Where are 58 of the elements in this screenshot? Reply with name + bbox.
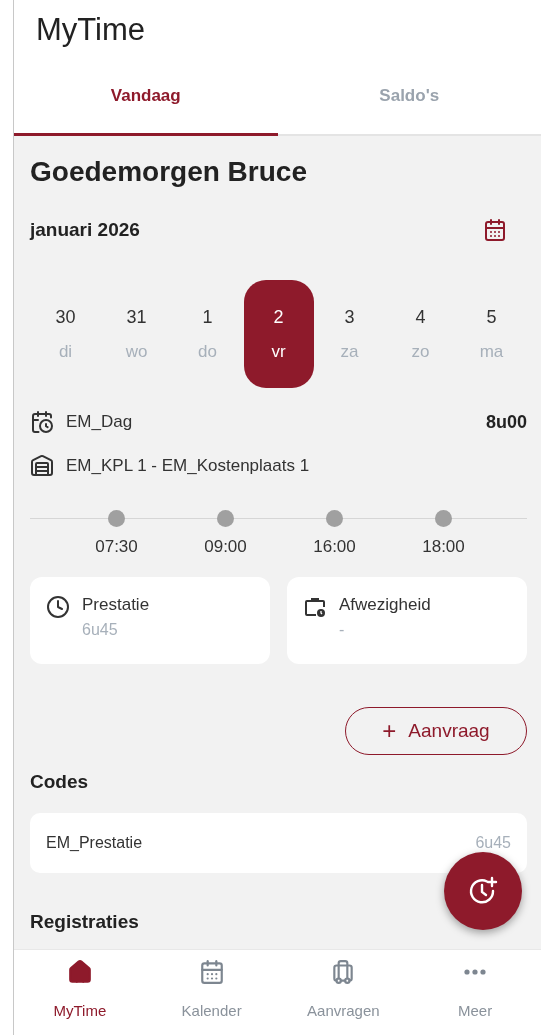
nav-label: Kalender xyxy=(181,1002,242,1019)
weekday-label: za xyxy=(340,341,359,362)
calendar-icon xyxy=(198,959,225,985)
time-label: 16:00 xyxy=(313,537,356,557)
timeline-dot xyxy=(435,510,452,527)
app-title: MyTime xyxy=(36,12,147,48)
day-item[interactable]: 30 di xyxy=(30,280,101,388)
day-number: 5 xyxy=(486,306,497,328)
weekday-label: zo xyxy=(411,341,430,362)
home-icon xyxy=(66,959,93,985)
nav-item[interactable]: MyTime xyxy=(14,950,146,1035)
calendar-icon[interactable] xyxy=(483,218,507,242)
code-value: 6u45 xyxy=(475,834,511,852)
weekday-label: vr xyxy=(271,341,286,362)
schedule-hours: 8u00 xyxy=(485,411,527,433)
section-title: Codes xyxy=(30,771,90,793)
weekday-label: wo xyxy=(125,341,148,362)
add-time-button[interactable] xyxy=(444,852,522,930)
timeline-dot xyxy=(108,510,125,527)
day-item[interactable]: 5 ma xyxy=(456,280,527,388)
weekday-label: di xyxy=(58,341,73,362)
more-icon xyxy=(464,969,487,975)
day-number: 2 xyxy=(273,306,284,328)
tab[interactable]: Vandaag xyxy=(14,58,278,136)
warehouse-icon xyxy=(30,454,54,478)
nav-label: MyTime xyxy=(53,1002,107,1019)
section-title: Registraties xyxy=(30,911,140,933)
day-item[interactable]: 1 do xyxy=(172,280,243,388)
summary-label: Prestatie xyxy=(82,595,150,615)
weekday-label: ma xyxy=(479,341,504,362)
day-item[interactable]: 4 zo xyxy=(385,280,456,388)
schedule-name: EM_Dag xyxy=(66,412,134,432)
day-number: 1 xyxy=(202,306,213,328)
calendar-clock-icon xyxy=(30,410,54,434)
time-label: 07:30 xyxy=(95,537,138,557)
clock-icon xyxy=(46,595,70,619)
day-number: 30 xyxy=(55,306,76,328)
nav-label: Aanvragen xyxy=(307,1002,380,1019)
day-item[interactable]: 31 wo xyxy=(101,280,172,388)
summary-label: Afwezigheid xyxy=(339,595,431,615)
time-label: 09:00 xyxy=(204,537,247,557)
nav-label: Meer xyxy=(458,1002,493,1019)
greeting: Goedemorgen Bruce xyxy=(30,156,308,188)
day-number: 3 xyxy=(344,306,355,328)
summary-value: - xyxy=(339,621,346,639)
cost-center: EM_KPL 1 - EM_Kostenplaats 1 xyxy=(66,456,311,476)
code-name: EM_Prestatie xyxy=(46,834,143,852)
time-label: 18:00 xyxy=(422,537,465,557)
weekday-label: do xyxy=(198,341,217,362)
day-item[interactable]: 3 za xyxy=(314,280,385,388)
day-item[interactable]: 2 vr xyxy=(243,280,314,388)
day-number: 4 xyxy=(415,306,426,328)
timeline-dot xyxy=(326,510,343,527)
month-label: januari 2026 xyxy=(30,219,140,241)
summary-value: 6u45 xyxy=(82,621,119,639)
day-number: 31 xyxy=(126,306,147,328)
timeline-dot xyxy=(217,510,234,527)
briefcase-clock-icon xyxy=(303,595,327,619)
